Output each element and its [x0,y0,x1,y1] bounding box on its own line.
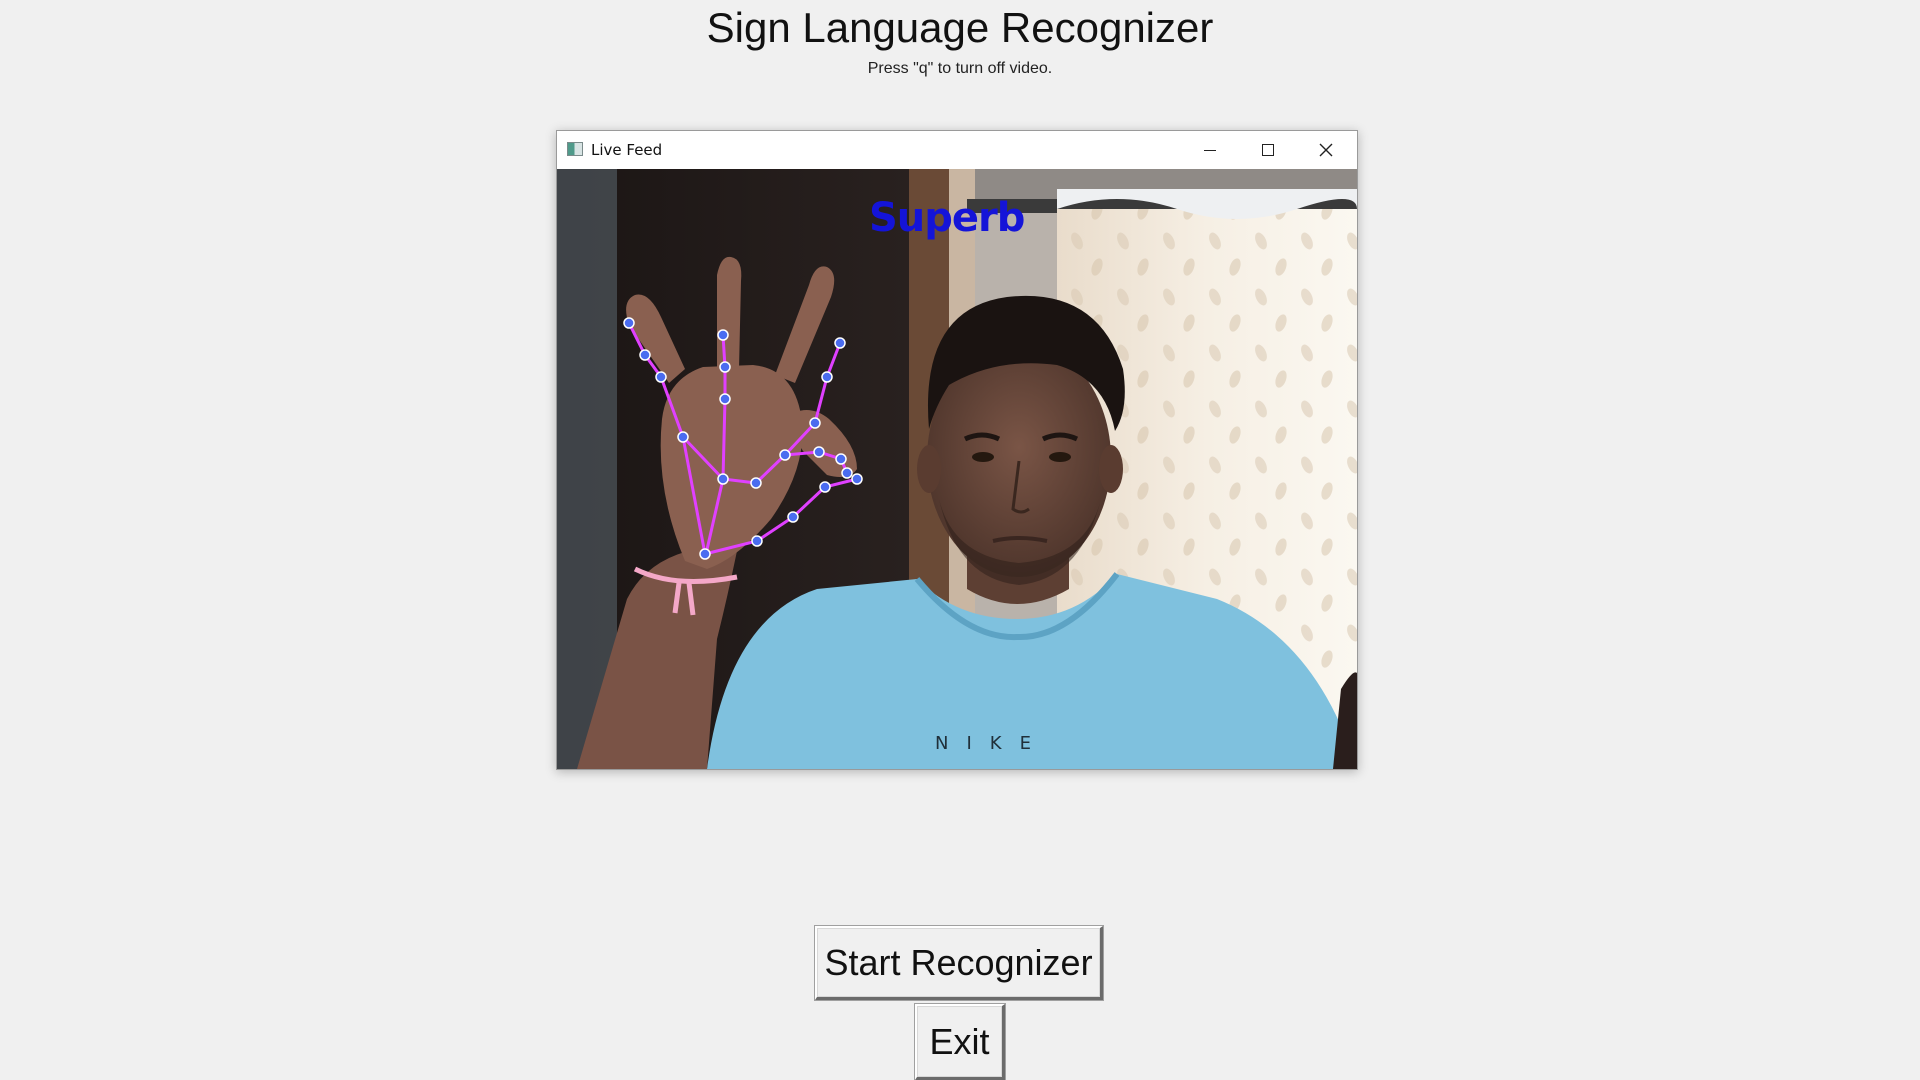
close-icon [1319,143,1333,157]
app-title: Sign Language Recognizer [706,4,1214,51]
maximize-button[interactable] [1239,131,1297,169]
exit-button[interactable]: Exit [915,1004,1005,1080]
camera-frame: NIKE [557,169,1357,769]
shirt-logo-text: NIKE [935,733,1049,754]
app-subtitle: Press "q" to turn off video. [867,60,1053,77]
maximize-icon [1262,144,1274,156]
minimize-button[interactable] [1181,131,1239,169]
window-app-icon [567,142,583,156]
window-title: Live Feed [591,141,663,159]
live-feed-window[interactable]: Live Feed NIKE Superb [556,130,1358,770]
minimize-icon [1204,149,1216,151]
close-button[interactable] [1297,131,1355,169]
window-titlebar[interactable]: Live Feed [557,131,1357,169]
start-recognizer-button[interactable]: Start Recognizer [815,926,1103,1000]
prediction-label: Superb [869,195,1025,241]
video-feed: NIKE Superb [557,169,1357,769]
